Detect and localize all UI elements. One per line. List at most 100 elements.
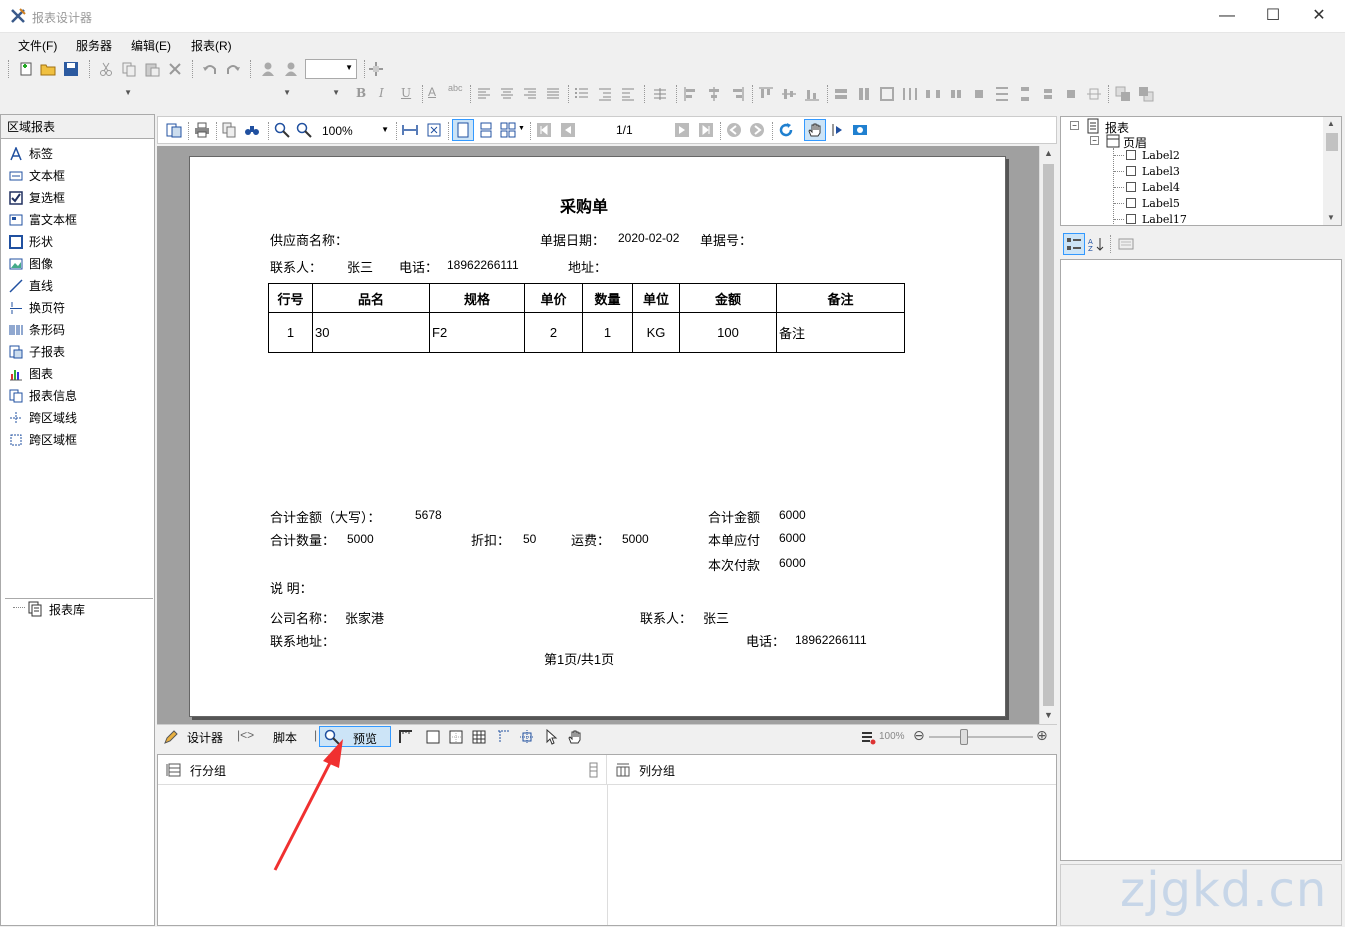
bold-icon[interactable]: B: [356, 86, 366, 100]
tree-label-4[interactable]: Label4: [1142, 181, 1180, 194]
h-spacing-icon[interactable]: [902, 86, 918, 102]
whole-page-icon[interactable]: [426, 122, 442, 138]
v-center-icon[interactable]: [1086, 86, 1102, 102]
italic-icon[interactable]: I: [379, 86, 384, 100]
align-rights-icon[interactable]: [729, 86, 745, 102]
vertical-scrollbar[interactable]: ▲ ▼: [1039, 146, 1057, 724]
copy-page-icon[interactable]: [222, 122, 238, 138]
last-page-icon[interactable]: [698, 122, 714, 138]
menu-server[interactable]: 服务器: [76, 37, 112, 54]
border-none-icon[interactable]: [425, 729, 441, 745]
prev-page-icon[interactable]: [560, 122, 576, 138]
align-middles-icon[interactable]: [781, 86, 797, 102]
delete-icon[interactable]: [167, 61, 183, 77]
redo-icon[interactable]: [225, 61, 241, 77]
zoom-slider[interactable]: [929, 736, 1033, 738]
v-spacing-remove-icon[interactable]: [1063, 86, 1079, 102]
style-select[interactable]: ▼: [305, 59, 357, 79]
export-icon[interactable]: [166, 122, 182, 138]
pan-hand-icon[interactable]: [567, 729, 583, 745]
font-zoom-select[interactable]: ▼: [300, 84, 344, 104]
tool-subreport[interactable]: 子报表: [7, 341, 65, 363]
snapshot-icon[interactable]: [852, 122, 868, 138]
snap-lines-icon[interactable]: [496, 729, 512, 745]
tool-pagebreak[interactable]: 换页符: [7, 297, 65, 319]
sort-alpha-icon[interactable]: AZ: [1088, 236, 1104, 252]
first-page-icon[interactable]: [536, 122, 552, 138]
tree-label-17[interactable]: Label17: [1142, 213, 1187, 226]
hand-tool-button[interactable]: [804, 119, 826, 141]
print-icon[interactable]: [194, 122, 210, 138]
maximize-button[interactable]: ☐: [1250, 0, 1296, 33]
font-color-icon[interactable]: A: [428, 85, 436, 99]
align-centers-icon[interactable]: [706, 86, 722, 102]
page-width-icon[interactable]: [402, 122, 418, 138]
h-spacing-inc-icon[interactable]: [925, 86, 941, 102]
tree-label-3[interactable]: Label3: [1142, 165, 1180, 178]
tab-designer[interactable]: 设计器: [187, 729, 223, 746]
align-lefts-icon[interactable]: [683, 86, 699, 102]
h-spacing-remove-icon[interactable]: [971, 86, 987, 102]
align-right-icon[interactable]: [522, 86, 538, 102]
property-grid[interactable]: [1060, 259, 1342, 861]
zoom-in-button[interactable]: ⊕: [1036, 727, 1048, 744]
find-icon[interactable]: [244, 122, 260, 138]
page-viewport[interactable]: 采购单 供应商名称： 单据日期： 2020-02-02 单据号： 联系人： 张三…: [157, 146, 1039, 724]
copy-icon[interactable]: [121, 61, 137, 77]
menu-edit[interactable]: 编辑(E): [131, 37, 171, 54]
table-grid-icon[interactable]: [471, 729, 487, 745]
tool-richtext[interactable]: 富文本框: [7, 209, 77, 231]
minimize-button[interactable]: —: [1204, 0, 1250, 33]
row-group-menu-icon[interactable]: [586, 762, 602, 778]
bring-front-icon[interactable]: [1115, 86, 1131, 102]
scroll-thumb[interactable]: [1043, 164, 1054, 706]
menu-file[interactable]: 文件(F): [18, 37, 57, 54]
tool-image[interactable]: 图像: [7, 253, 53, 275]
collapse-root-icon[interactable]: −: [1070, 121, 1079, 130]
zoom-slider-thumb[interactable]: [960, 729, 968, 745]
same-width-icon[interactable]: [833, 86, 849, 102]
font-size-select[interactable]: ▼: [140, 84, 295, 104]
pointer-icon[interactable]: [544, 729, 560, 745]
categorized-button[interactable]: [1063, 233, 1085, 255]
tool-shape[interactable]: 形状: [7, 231, 53, 253]
h-spacing-dec-icon[interactable]: [948, 86, 964, 102]
report-library-label[interactable]: 报表库: [49, 601, 85, 618]
tree-label-2[interactable]: Label2: [1142, 149, 1180, 162]
border-grid-icon[interactable]: [448, 729, 464, 745]
page-indicator[interactable]: 1/1: [616, 123, 633, 137]
zoom-select[interactable]: 100% ▼: [318, 120, 392, 140]
underline-icon[interactable]: U: [401, 86, 411, 100]
select-text-icon[interactable]: [830, 122, 846, 138]
tool-crossline[interactable]: 跨区域线: [7, 407, 77, 429]
tool-label[interactable]: 标签: [7, 143, 53, 165]
ruler-icon[interactable]: [398, 729, 414, 745]
zoom-out-icon[interactable]: [296, 122, 312, 138]
v-spacing-inc-icon[interactable]: [1017, 86, 1033, 102]
forward-icon[interactable]: [749, 122, 765, 138]
tool-barcode[interactable]: 条形码: [7, 319, 65, 341]
single-page-button[interactable]: [452, 119, 474, 141]
refresh-icon[interactable]: [778, 122, 794, 138]
tool-line[interactable]: 直线: [7, 275, 53, 297]
outdent-icon[interactable]: [620, 86, 636, 102]
user-settings-icon[interactable]: [283, 61, 299, 77]
v-spacing-dec-icon[interactable]: [1040, 86, 1056, 102]
collapse-header-icon[interactable]: −: [1090, 136, 1099, 145]
zoom-out-button[interactable]: ⊖: [913, 727, 925, 744]
align-left-icon[interactable]: [476, 86, 492, 102]
user-icon[interactable]: [260, 61, 276, 77]
menu-report[interactable]: 报表(R): [191, 37, 232, 54]
tool-chart[interactable]: 图表: [7, 363, 53, 385]
back-icon[interactable]: [726, 122, 742, 138]
close-button[interactable]: ✕: [1296, 0, 1342, 33]
align-center-icon[interactable]: [499, 86, 515, 102]
align-justify-icon[interactable]: [545, 86, 561, 102]
cut-icon[interactable]: [98, 61, 114, 77]
bullet-list-icon[interactable]: [574, 86, 590, 102]
font-name-select[interactable]: ▼: [8, 84, 136, 104]
tool-textbox[interactable]: 文本框: [7, 165, 65, 187]
tool-checkbox[interactable]: 复选框: [7, 187, 65, 209]
same-size-icon[interactable]: [879, 86, 895, 102]
tree-label-5[interactable]: Label5: [1142, 197, 1180, 210]
